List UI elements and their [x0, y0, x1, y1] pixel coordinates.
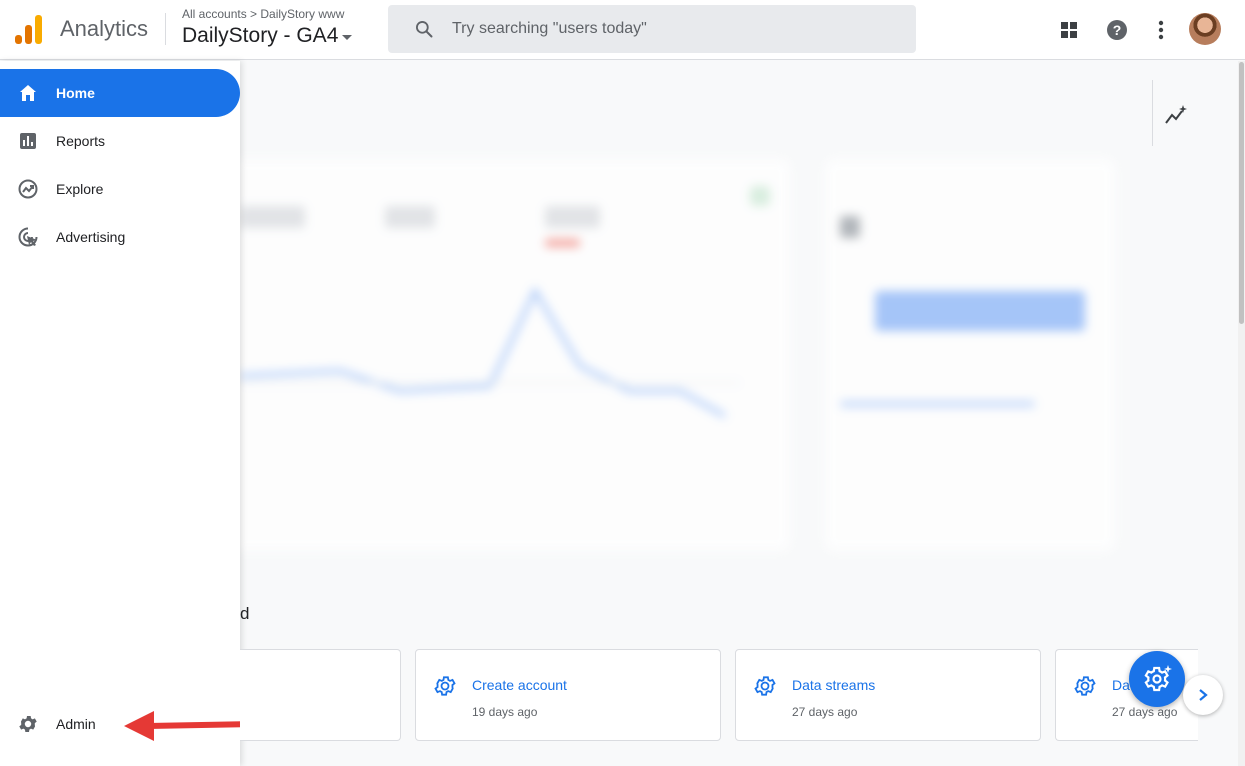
search-input[interactable]	[452, 20, 872, 38]
gear-icon	[434, 676, 456, 696]
property-selector[interactable]: DailyStory - GA4	[182, 24, 353, 48]
recent-card[interactable]	[240, 649, 401, 741]
recently-accessed-title: d	[240, 604, 250, 623]
divider	[165, 13, 166, 45]
recent-card[interactable]: Create account 19 days ago	[415, 649, 721, 741]
app-name: Analytics	[60, 16, 149, 41]
recent-card-title[interactable]: Create account	[472, 677, 567, 693]
scrollbar-thumb[interactable]	[1239, 62, 1244, 324]
settings-sparkle-fab[interactable]	[1129, 651, 1185, 707]
advertising-icon	[16, 225, 40, 249]
recent-card-time: 19 days ago	[472, 705, 538, 719]
analytics-logo[interactable]	[14, 14, 44, 44]
gear-icon	[1074, 676, 1096, 696]
account-breadcrumb[interactable]: All accounts > DailyStory www	[182, 7, 344, 21]
insights-icon[interactable]	[1164, 103, 1188, 127]
recent-card-title[interactable]: Da	[1112, 677, 1130, 693]
search-bar[interactable]	[388, 5, 916, 53]
nav-item-reports[interactable]: Reports	[0, 117, 240, 165]
gear-icon	[16, 712, 40, 736]
nav-item-home[interactable]: Home	[0, 69, 240, 117]
search-icon	[416, 21, 433, 38]
more-vert-icon[interactable]	[1149, 18, 1173, 42]
recent-card-title[interactable]: Data streams	[792, 677, 875, 693]
recent-card[interactable]: Data streams 27 days ago	[735, 649, 1041, 741]
nav-item-advertising[interactable]: Advertising	[0, 213, 240, 261]
nav-item-label: Advertising	[56, 229, 126, 245]
next-cards-button[interactable]	[1183, 675, 1223, 715]
property-name: DailyStory - GA4	[182, 24, 339, 47]
nav-item-label: Home	[56, 85, 95, 101]
explore-icon	[16, 177, 40, 201]
dropdown-caret-icon	[342, 35, 353, 40]
svg-text:?: ?	[1113, 22, 1122, 38]
recent-card-time: 27 days ago	[1112, 705, 1178, 719]
apps-icon[interactable]	[1057, 18, 1081, 42]
gear-sparkle-icon	[1144, 665, 1172, 692]
avatar[interactable]	[1189, 13, 1221, 45]
nav-item-explore[interactable]: Explore	[0, 165, 240, 213]
bar-chart-icon	[16, 129, 40, 153]
rail-divider	[1152, 80, 1153, 146]
nav-item-label: Explore	[56, 181, 104, 197]
gear-icon	[754, 676, 776, 696]
recent-card-time: 27 days ago	[792, 705, 858, 719]
nav-item-label: Reports	[56, 133, 106, 149]
top-app-bar: Analytics All accounts > DailyStory www …	[0, 0, 1245, 60]
nav-item-label: Admin	[56, 716, 96, 732]
help-icon[interactable]: ?	[1105, 18, 1129, 42]
home-icon	[16, 81, 40, 105]
side-navigation: Home Reports Explore Advertising Admin	[0, 61, 240, 766]
chevron-right-icon	[1199, 689, 1208, 701]
